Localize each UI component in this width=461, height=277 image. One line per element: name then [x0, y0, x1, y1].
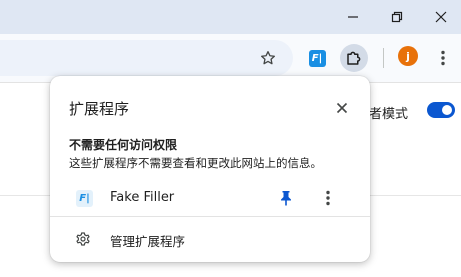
- profile-avatar[interactable]: j: [398, 46, 418, 66]
- popup-close-button[interactable]: [330, 96, 354, 120]
- gear-icon: [74, 230, 92, 248]
- minimize-button[interactable]: [333, 0, 373, 34]
- pin-icon: [281, 191, 291, 206]
- vertical-dots-icon: [441, 50, 445, 66]
- extensions-menu-button[interactable]: [340, 44, 368, 72]
- minimize-icon: [348, 16, 358, 18]
- section-heading: 不需要任何访问权限: [69, 138, 178, 152]
- close-window-button[interactable]: [421, 0, 461, 34]
- puzzle-icon: [347, 51, 361, 65]
- developer-mode-toggle[interactable]: [427, 102, 455, 118]
- browser-menu-button[interactable]: [429, 44, 457, 72]
- extension-name: Fake Filler: [110, 190, 175, 205]
- popup-title: 扩展程序: [69, 100, 130, 118]
- title-bar: [0, 0, 461, 34]
- bookmark-star-button[interactable]: [254, 44, 282, 72]
- developer-mode-label: 者模式: [369, 107, 409, 122]
- restore-button[interactable]: [377, 0, 417, 34]
- star-icon: [261, 51, 275, 65]
- manage-extensions-item[interactable]: 管理扩展程序: [50, 224, 370, 254]
- popup-divider: [50, 216, 370, 217]
- section-description: 这些扩展程序不需要查看和更改此网站上的信息。: [69, 156, 322, 170]
- vertical-dots-icon: [326, 190, 330, 206]
- extension-more-button[interactable]: [316, 186, 340, 210]
- restore-icon: [391, 11, 403, 23]
- manage-extensions-label: 管理扩展程序: [110, 234, 186, 249]
- extension-row[interactable]: F| Fake Filler: [50, 181, 370, 215]
- close-icon: [435, 11, 447, 23]
- toolbar-divider: [383, 48, 384, 68]
- fake-filler-extension-button[interactable]: F|: [303, 44, 331, 72]
- fake-filler-logo: F|: [308, 49, 326, 67]
- extensions-popup: 扩展程序 不需要任何访问权限 这些扩展程序不需要查看和更改此网站上的信息。 F|…: [50, 76, 370, 262]
- address-bar[interactable]: [0, 40, 293, 76]
- pin-extension-button[interactable]: [274, 186, 298, 210]
- close-icon: [336, 102, 348, 114]
- fake-filler-logo: F|: [76, 190, 93, 207]
